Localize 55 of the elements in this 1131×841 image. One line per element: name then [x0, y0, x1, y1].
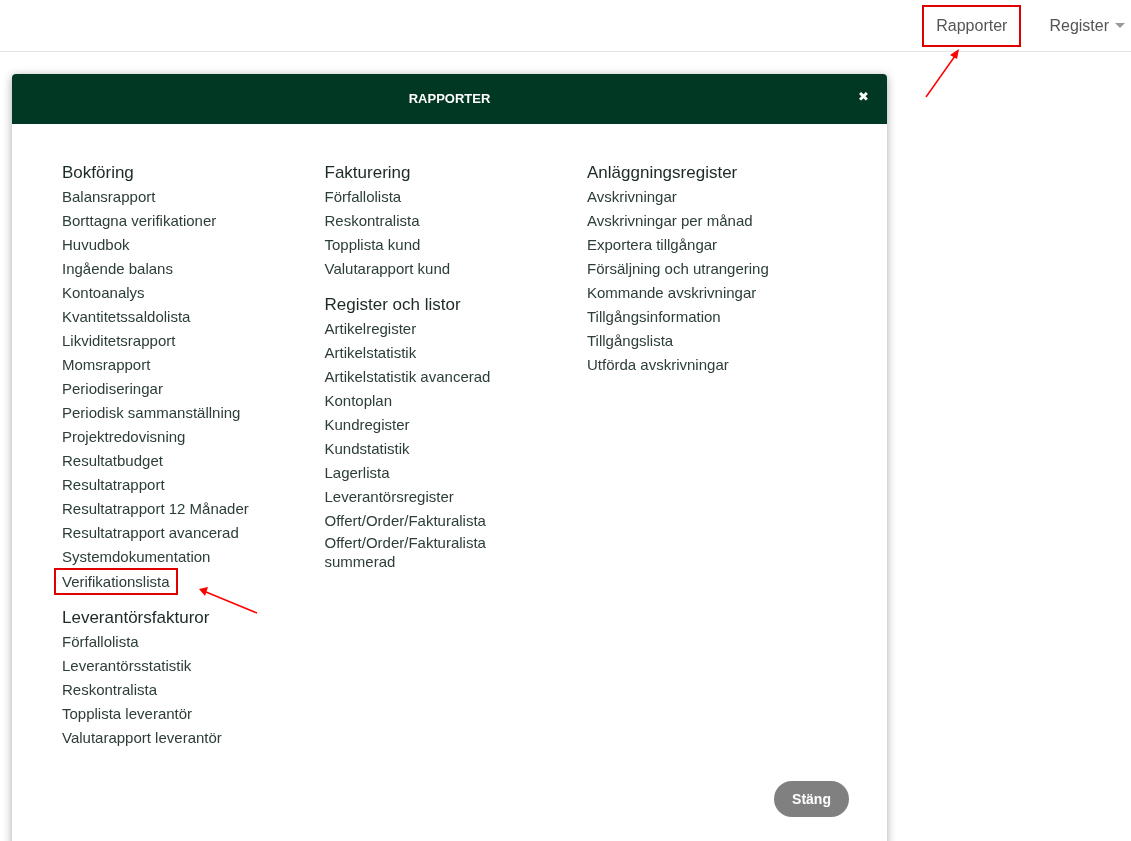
report-link[interactable]: Försäljning och utrangering	[587, 259, 769, 278]
caret-icon	[1115, 23, 1125, 28]
report-link[interactable]: Kundstatistik	[324, 439, 410, 458]
report-link[interactable]: Resultatrapport 12 Månader	[62, 499, 249, 518]
report-link[interactable]: Tillgångslista	[587, 331, 674, 350]
report-link[interactable]: Projektredovisning	[62, 427, 186, 446]
report-link[interactable]: Leverantörsstatistik	[62, 656, 192, 675]
report-link[interactable]: Kontoanalys	[62, 283, 145, 302]
section-heading: Anläggningsregister	[587, 162, 739, 184]
dialog-title: RAPPORTER	[408, 90, 491, 109]
report-link[interactable]: Exportera tillgångar	[587, 235, 718, 254]
report-link[interactable]: Reskontralista	[62, 680, 158, 699]
report-link[interactable]: Artikelstatistik avancerad	[324, 367, 491, 386]
report-link[interactable]: Lagerlista	[324, 463, 390, 482]
report-link[interactable]: Topplista kund	[324, 235, 421, 254]
report-link[interactable]: Tillgångsinformation	[587, 307, 721, 326]
report-link[interactable]: Valutarapport kund	[324, 259, 451, 278]
report-link[interactable]: Kvantitetssaldolista	[62, 307, 191, 326]
report-link[interactable]: Huvudbok	[62, 235, 130, 254]
report-link[interactable]: Momsrapport	[62, 355, 151, 374]
report-link[interactable]: Resultatrapport	[62, 475, 165, 494]
report-link[interactable]: Periodisk sammanställning	[62, 403, 241, 422]
report-link[interactable]: Verifikationslista	[56, 570, 176, 593]
report-link[interactable]: Valutarapport leverantör	[62, 728, 222, 747]
report-link[interactable]: Leverantörsregister	[324, 487, 454, 506]
report-link[interactable]: Systemdokumentation	[62, 547, 211, 566]
nav-link[interactable]: Rapporter	[922, 4, 1022, 47]
report-link[interactable]: Kontoplan	[324, 391, 393, 410]
annotation-arrow	[924, 46, 962, 100]
close-button[interactable]: Stäng	[774, 781, 849, 817]
nav-link[interactable]: Register	[1037, 4, 1129, 47]
report-link[interactable]: Topplista leverantör	[62, 704, 193, 723]
report-link[interactable]: Ingående balans	[62, 259, 173, 278]
section-heading: Register och listor	[324, 294, 462, 316]
report-link[interactable]: Avskrivningar	[587, 187, 677, 206]
section-heading: Fakturering	[324, 162, 412, 184]
report-link[interactable]: Offert/Order/Fakturalista	[324, 511, 486, 530]
report-link[interactable]: Kommande avskrivningar	[587, 283, 757, 302]
report-link[interactable]: Likviditetsrapport	[62, 331, 176, 350]
report-link[interactable]: Offert/Order/Fakturalista summerad	[324, 533, 550, 571]
report-link[interactable]: Avskrivningar per månad	[587, 211, 753, 230]
report-link[interactable]: Utförda avskrivningar	[587, 355, 729, 374]
report-link[interactable]: Resultatbudget	[62, 451, 163, 470]
section-heading: Leverantörsfakturor	[62, 607, 211, 629]
report-link[interactable]: Periodiseringar	[62, 379, 163, 398]
report-link[interactable]: Balansrapport	[62, 187, 156, 206]
report-link[interactable]: Artikelstatistik	[324, 343, 417, 362]
report-link[interactable]: Kundregister	[324, 415, 410, 434]
section-heading: Bokföring	[62, 162, 135, 184]
report-link[interactable]: Borttagna verifikationer	[62, 211, 217, 230]
report-link[interactable]: Resultatrapport avancerad	[62, 523, 239, 542]
report-link[interactable]: Reskontralista	[324, 211, 420, 230]
report-link[interactable]: Förfallolista	[324, 187, 402, 206]
report-link[interactable]: Artikelregister	[324, 319, 417, 338]
report-link[interactable]: Förfallolista	[62, 632, 139, 651]
